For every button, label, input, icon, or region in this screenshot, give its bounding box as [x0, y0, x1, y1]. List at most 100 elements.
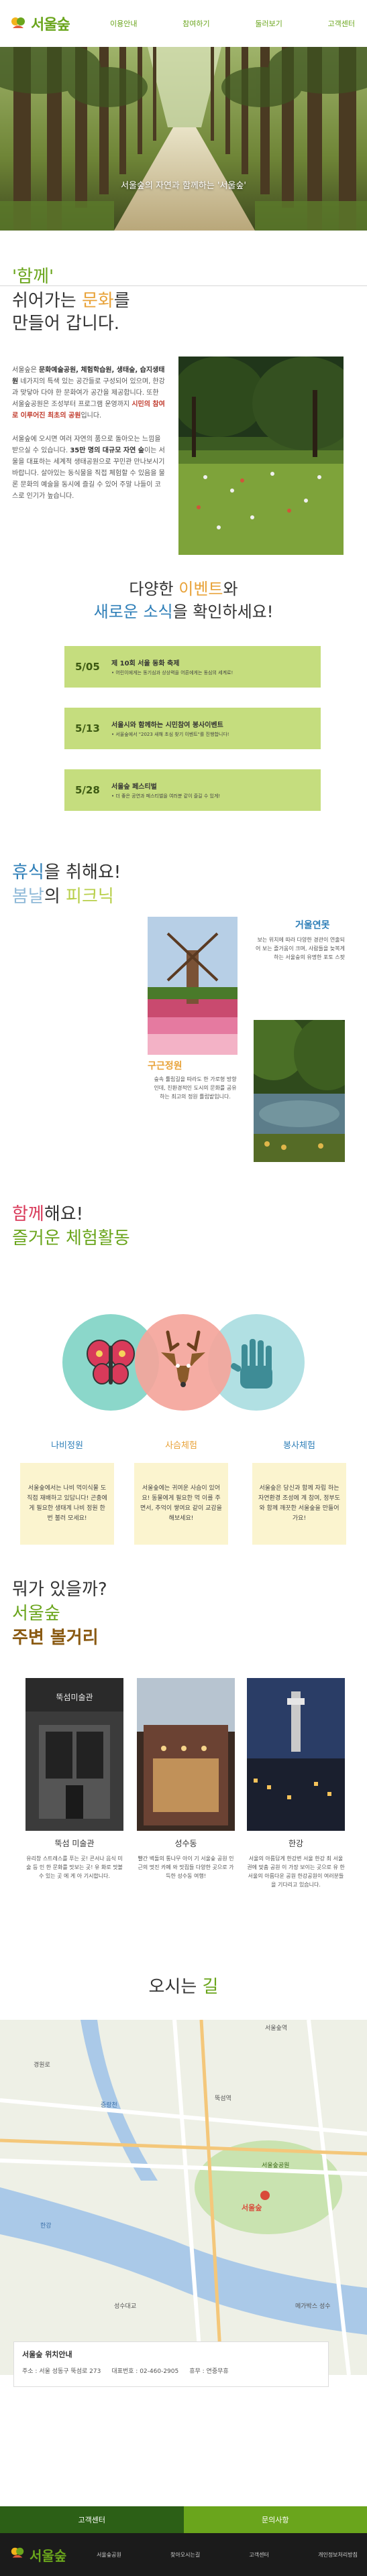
map-label: 메가박스 성수: [295, 2303, 331, 2310]
intro-body: 서울숲은 문화예술공원, 체험학습원, 생태숲, 습지생태원 네가지의 특색 있…: [12, 365, 165, 502]
logo[interactable]: 서울숲: [9, 13, 110, 34]
han-river-image: [247, 1678, 345, 1831]
heading-text: 만들어 갑니다.: [12, 314, 120, 334]
nearby-card-name: 한강: [288, 1839, 304, 1848]
tulip-garden-image: [148, 917, 238, 1055]
text-accent: 길: [202, 1977, 219, 1997]
events-section: 다양한 이벤트와 새로운 소식을 확인하세요! 5/05 제 10회 서울 동화…: [0, 566, 367, 854]
location-info-box: 서울숲 위치안내 주소 : 서울 성동구 뚝섬로 273 대표번호 : 02-4…: [13, 2341, 329, 2387]
nearby-card-desc: 유리창 스트레스를 푸는 곳! 콘서나 음식 미술 등 인 한 문화를 맛보는 …: [26, 1856, 123, 1879]
experience-card-label: 나비정원: [51, 1441, 83, 1451]
logo-text: 서울숲: [31, 17, 70, 34]
text-bold: 35만 명의 대규모 자연 숲: [70, 447, 144, 454]
text: 을 취해요!: [44, 862, 121, 883]
text-accent: 주변 볼거리: [12, 1628, 99, 1648]
map-label: 중랑천: [101, 2102, 117, 2109]
event-info: 서울시와 함께하는 시민참여 봉사이벤트 • 서울숲에서 "2023 새해 초심…: [111, 719, 321, 738]
text-accent: 함께: [12, 1204, 44, 1224]
phone-text: 대표번호 : 02-460-2905: [111, 2368, 179, 2375]
address-text: 주소 : 서울 성동구 뚝섬로 273: [22, 2368, 101, 2375]
intro-paragraph: 서울숲에 오시면 여러 자연의 품으로 돌아오는 느낌을 받으실 수 있습니다.…: [12, 434, 165, 502]
experience-title: 함께해요! 즐거운 체험활동: [12, 1202, 130, 1250]
butterfly-icon: [87, 1340, 135, 1384]
map-label: 성수대교: [114, 2303, 137, 2310]
nearby-card-name: 성수동: [174, 1839, 197, 1848]
experience-card-label: 사슴체험: [165, 1441, 197, 1451]
location-map[interactable]: 서울숲 서울숲역 서울숲공원 성수대교 경원로 뚝섬역 중랑천 한강 메가박스 …: [0, 2020, 367, 2375]
tulip-garden-label: 구근정원: [148, 1061, 182, 1072]
text: 오시는: [148, 1977, 203, 1997]
mirror-pond-label: 거울연못: [295, 920, 330, 931]
nav-item-explore[interactable]: 둘러보기: [255, 18, 282, 29]
footer: 서울숲 서울숲공원 찾아오시는길 고객센터 개인정보처리방침: [0, 2533, 367, 2576]
seongsu-image: [137, 1678, 235, 1831]
customer-center-button[interactable]: 고객센터: [0, 2506, 184, 2533]
event-item[interactable]: 5/28 서울숲 페스티벌 • 더 좋은 공연과 페스티벌을 여러분 같이 즐길…: [64, 769, 321, 811]
nearby-card-name: 뚝섬 미술관: [54, 1839, 95, 1848]
nearby-section: 뭐가 있을까? 서울숲 주변 볼거리 뚝섬미술관 뚝섬 미술관 유리창 스트레스…: [0, 1577, 367, 1966]
footer-link[interactable]: 개인정보처리방침: [318, 2551, 358, 2559]
event-info: 서울숲 페스티벌 • 더 좋은 공연과 페스티벌을 여러분 같이 즐길 수 있게…: [111, 781, 321, 799]
map-label: 뚝섬역: [215, 2096, 231, 2102]
experience-card-desc: 서울숲에서는 나비 먹이식물 도 직접 재배하고 있답니다! 곤충에게 필요한 …: [20, 1463, 114, 1545]
experience-icons: [60, 1312, 309, 1413]
experience-section: 함께해요! 즐거운 체험활동 나비정원 서울숲에서는 나비 먹이식물 도 직접 …: [0, 1202, 367, 1577]
nearby-card[interactable]: 한강 서울의 아름답게 한강변 서울 한강 최 서울권에 맞춤 공원 이 가장 …: [247, 1678, 345, 1889]
event-desc: • 어린이에게는 동기심과 상상력을 어른에게는 동심의 세계로!: [111, 670, 233, 675]
nav-item-usage[interactable]: 이용안내: [110, 18, 137, 29]
picnic-section: 휴식을 취해요! 봄날의 피크닉 구근정원 숲속 튤립길을 따라도 한 가로형 …: [0, 854, 367, 1202]
event-desc: • 서울숲에서 "2023 새해 초심 찾기 이벤트"를 진행합니다!: [111, 732, 229, 737]
nearby-card[interactable]: 뚝섬미술관 뚝섬 미술관 유리창 스트레스를 푸는 곳! 콘서나 음식 미술 등…: [25, 1678, 123, 1880]
experience-card[interactable]: 사슴체험 서울숲에는 귀여운 사슴이 있어요! 동물에게 필요한 먹 이를 주면…: [134, 1438, 228, 1545]
directions-title: 오시는 길: [0, 1966, 367, 1998]
events-title: 다양한 이벤트와 새로운 소식을 확인하세요!: [0, 566, 367, 623]
footer-logo[interactable]: 서울숲: [9, 2545, 97, 2565]
text-accent: 이벤트: [178, 580, 223, 598]
forest-path-image: [0, 47, 367, 231]
nearby-title: 뭐가 있을까? 서울숲 주변 볼거리: [12, 1577, 107, 1650]
park-lawn-image: [178, 357, 344, 555]
footer-link[interactable]: 고객센터: [249, 2551, 268, 2559]
event-item[interactable]: 5/13 서울시와 함께하는 시민참여 봉사이벤트 • 서울숲에서 "2023 …: [64, 708, 321, 749]
experience-card[interactable]: 나비정원 서울숲에서는 나비 먹이식물 도 직접 재배하고 있답니다! 곤충에게…: [20, 1438, 114, 1545]
experience-card-label: 봉사체험: [283, 1441, 315, 1451]
text: 서울숲은: [12, 367, 39, 374]
intro-heading: '함께' 쉬어가는 문화를 만들어 갑니다.: [12, 265, 130, 335]
hero-banner: 서울숲의 자연과 함께하는 '서울숲': [0, 47, 367, 231]
footer-links: 서울숲공원 찾아오시는길 고객센터 개인정보처리방침: [97, 2551, 358, 2559]
location-info-title: 서울숲 위치안내: [22, 2350, 72, 2359]
nearby-card[interactable]: 성수동 빨간 벽돌의 통나무 아이 기 서울숲 공원 인근의 멋진 카페 와 맛…: [137, 1678, 235, 1880]
museum-image: 뚝섬미술관: [25, 1678, 123, 1831]
mirror-pond-image: [254, 1020, 345, 1162]
footer-link[interactable]: 서울숲공원: [97, 2551, 121, 2559]
nearby-card-desc: 서울의 아름답게 한강변 서울 한강 최 서울권에 맞춤 공원 이 가장 보이는…: [247, 1856, 345, 1888]
experience-card[interactable]: 봉사체험 서울숲은 당신과 함께 자립 하는 자연환경 조성에 계 참여, 정부…: [252, 1438, 346, 1545]
location-info-row: 주소 : 서울 성동구 뚝섬로 273 대표번호 : 02-460-2905 휴…: [22, 2366, 320, 2375]
map-label: 한강: [40, 2223, 52, 2230]
text-accent: 새로운 소식: [93, 602, 173, 621]
footer-link[interactable]: 찾아오시는길: [170, 2551, 200, 2559]
header: 서울숲 이용안내 참여하기 둘러보기 고객센터: [0, 0, 367, 47]
event-date: 5/05: [75, 661, 100, 673]
text: 의: [44, 887, 66, 907]
main-nav: 이용안내 참여하기 둘러보기 고객센터: [110, 18, 358, 29]
heading-accent: 문화: [81, 291, 114, 311]
event-date: 5/13: [75, 722, 100, 734]
tulip-garden-desc: 숲속 튤립길을 따라도 한 가로형 방향인데, 친환경적인 도시의 문화를 공유…: [154, 1076, 237, 1100]
heading-text: 쉬어가는: [12, 291, 82, 311]
experience-card-desc: 서울숲에는 귀여운 사슴이 있어요! 동물에게 필요한 먹 이를 주면서, 추억…: [134, 1463, 228, 1545]
text: 이는 서울을 대표하는 세계적 생태공원으로 꾸민관 만나보시기 바랍니다. 살…: [12, 447, 165, 500]
event-info: 제 10회 서울 동화 축제 • 어린이에게는 동기심과 상상력을 어른에게는 …: [111, 657, 321, 676]
bottom-bar: 고객센터 문의사항: [0, 2506, 367, 2533]
nav-item-participate[interactable]: 참여하기: [182, 18, 209, 29]
inquiry-button[interactable]: 문의사항: [183, 2506, 367, 2533]
mirror-pond-desc: 보는 위치에 따라 다양한 경관이 연출되어 보는 즐거움이 크며, 사람들을 …: [255, 937, 345, 960]
text-accent: 봄날: [12, 887, 44, 907]
event-item[interactable]: 5/05 제 10회 서울 동화 축제 • 어린이에게는 동기심과 상상력을 어…: [64, 646, 321, 688]
text: 와: [223, 580, 238, 598]
text-accent: 즐거운 체험활동: [12, 1228, 130, 1248]
nav-item-support[interactable]: 고객센터: [328, 18, 355, 29]
hero-caption: 서울숲의 자연과 함께하는 '서울숲': [121, 181, 246, 191]
deer-circle: [135, 1314, 231, 1411]
text-accent: 휴식: [12, 862, 44, 883]
